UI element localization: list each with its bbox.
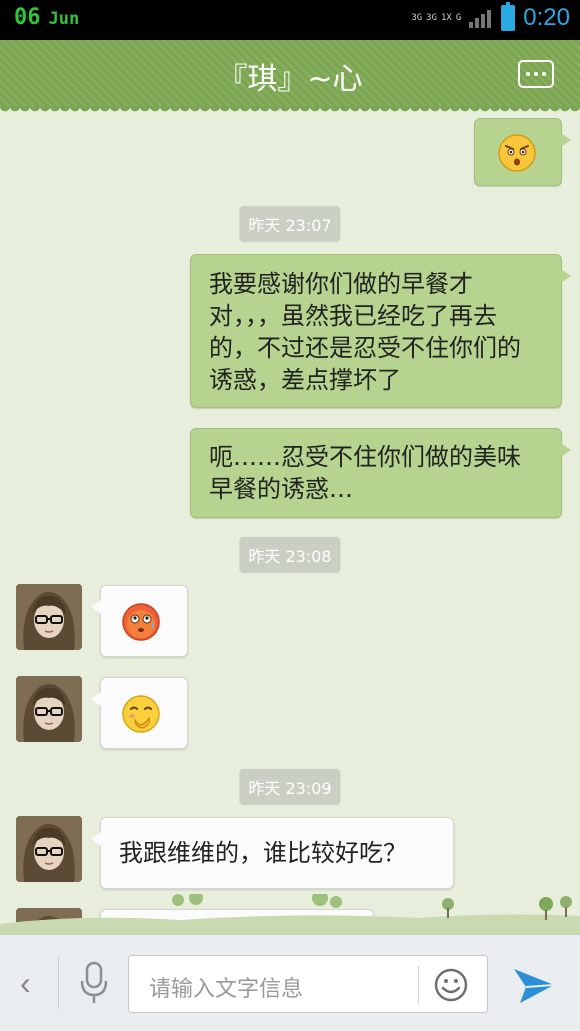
network-label-1x: 1X [441, 13, 452, 23]
status-date: 06 Jun [14, 5, 79, 30]
status-bar: 06 Jun 3G 3G 1X G 0:20 [0, 0, 580, 40]
message-text: 呃……忍受不住你们做的美味早餐的诱惑… [209, 443, 521, 503]
message-text: 我要感谢你们做的早餐才对，，，虽然我已经吃了再去的，不过还是忍受不住你们的诱惑，… [209, 270, 521, 394]
outgoing-message[interactable]: 我要感谢你们做的早餐才对，，，虽然我已经吃了再去的，不过还是忍受不住你们的诱惑，… [190, 254, 571, 408]
message-input-placeholder: 请输入文字信息 [149, 977, 304, 1002]
status-icons: 3G 3G 1X G 0:20 [411, 2, 570, 32]
status-day: 06 [14, 5, 41, 30]
chat-title: 『琪』~心 [217, 62, 363, 97]
battery-icon [501, 2, 516, 31]
message-timestamp: 昨天 23:08 [239, 537, 341, 573]
message-input[interactable]: 请输入文字信息 [128, 955, 488, 1013]
contact-avatar[interactable] [16, 816, 82, 882]
chevron-left-icon[interactable]: ‹ [20, 965, 31, 1002]
input-bar: ‹ 请输入文字信息 [0, 934, 580, 1031]
avatar-image [16, 676, 82, 742]
incoming-message-emoji[interactable] [91, 677, 188, 749]
background-scenery [0, 894, 580, 934]
outgoing-message[interactable]: 呃……忍受不住你们做的美味早餐的诱惑… [190, 428, 571, 518]
status-month: Jun [48, 9, 80, 29]
outgoing-message-emoji[interactable] [474, 118, 571, 186]
network-label-3g-2: 3G [426, 13, 438, 23]
signal-icon [469, 8, 493, 28]
message-timestamp: 昨天 23:07 [239, 206, 341, 242]
microphone-icon[interactable] [78, 961, 110, 1005]
contact-avatar[interactable] [16, 676, 82, 742]
contact-avatar[interactable] [16, 584, 82, 650]
divider [418, 966, 419, 1004]
divider [58, 957, 59, 1009]
shy-blush-emoji-icon [122, 695, 160, 733]
chat-area[interactable]: 昨天 23:07 我要感谢你们做的早餐才对，，，虽然我已经吃了再去的，不过还是忍… [0, 108, 580, 934]
more-options-icon[interactable] [518, 60, 554, 88]
avatar-image [16, 816, 82, 882]
network-label-g: G [455, 13, 462, 23]
smile-squint-emoji-icon [498, 134, 536, 172]
incoming-message[interactable]: 我跟维维的，谁比较好吃？ [91, 817, 454, 889]
incoming-message-emoji[interactable] [91, 585, 188, 657]
avatar-image [16, 584, 82, 650]
message-timestamp: 昨天 23:09 [239, 769, 341, 805]
network-label-3g: 3G [411, 13, 423, 23]
chat-header: 『琪』~心 [0, 40, 580, 114]
send-icon[interactable] [512, 963, 556, 1007]
network-indicators: 3G 3G 1X G [411, 13, 461, 23]
status-time: 0:20 [523, 4, 570, 31]
message-text: 我跟维维的，谁比较好吃？ [119, 839, 407, 867]
embarrassed-sweat-emoji-icon [122, 603, 160, 641]
emoji-smiley-icon[interactable] [433, 967, 469, 1003]
